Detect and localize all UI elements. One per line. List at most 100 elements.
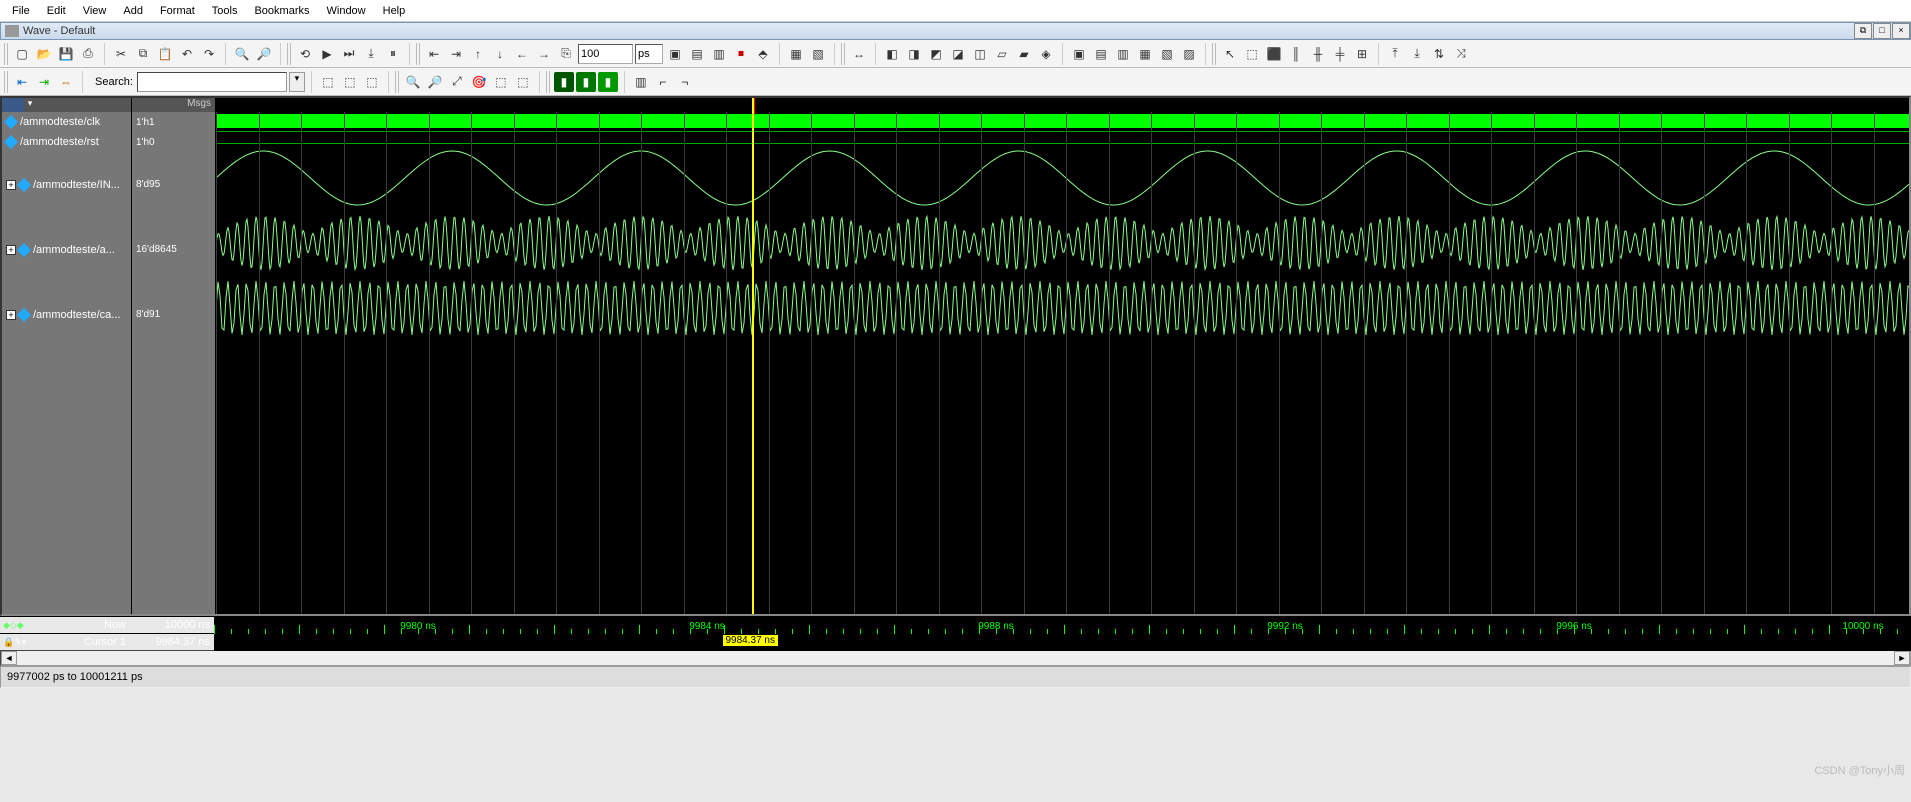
redo-button[interactable]: ↷	[199, 44, 219, 64]
layout2-button[interactable]: ▧	[808, 44, 828, 64]
signal-row-clk[interactable]: /ammodteste/clk	[2, 112, 131, 132]
search-next-button[interactable]: ⬚	[340, 72, 360, 92]
print-button[interactable]: ⎙	[78, 44, 98, 64]
run-all-button[interactable]: ⏭	[339, 44, 359, 64]
tb-g[interactable]: ▰	[1014, 44, 1034, 64]
scroll-right-button[interactable]: ►	[1894, 651, 1910, 665]
scroll-left-button[interactable]: ◄	[1, 651, 17, 665]
tb-j[interactable]: ▤	[1091, 44, 1111, 64]
find2-button[interactable]: 🔎	[254, 44, 274, 64]
edge-dn-button[interactable]: ⤓	[1407, 44, 1427, 64]
fmt-d[interactable]: ▥	[631, 72, 651, 92]
pointer-button[interactable]: ↖	[1220, 44, 1240, 64]
menu-window[interactable]: Window	[319, 2, 374, 20]
tb-h[interactable]: ◈	[1036, 44, 1056, 64]
tb-l[interactable]: ▦	[1135, 44, 1155, 64]
tb-k[interactable]: ▥	[1113, 44, 1133, 64]
edge-both-button[interactable]: ⇅	[1429, 44, 1449, 64]
tb-f[interactable]: ▱	[992, 44, 1012, 64]
cut-button[interactable]: ✂	[111, 44, 131, 64]
menu-file[interactable]: File	[4, 2, 38, 20]
layout1-button[interactable]: ▦	[786, 44, 806, 64]
toolbar-grip[interactable]	[4, 43, 10, 65]
cursor-readout-box[interactable]: 9984.37 ns	[722, 634, 780, 647]
zoom-out-button[interactable]: 🔎	[425, 72, 445, 92]
right-button[interactable]: →	[534, 44, 554, 64]
search-dropdown-button[interactable]: ▾	[289, 72, 305, 92]
expand3-button[interactable]: ⇔	[56, 72, 76, 92]
expand-icon[interactable]: +	[6, 310, 16, 320]
toolbar-grip-2[interactable]	[287, 43, 293, 65]
menu-edit[interactable]: Edit	[39, 2, 74, 20]
tb-t[interactable]: ⊞	[1352, 44, 1372, 64]
signal-row-rst[interactable]: /ammodteste/rst	[2, 132, 131, 152]
menu-bookmarks[interactable]: Bookmarks	[246, 2, 317, 20]
cursor-icons[interactable]: 🔒✎▾	[3, 637, 26, 648]
zoom-last-button[interactable]: ⬚	[513, 72, 533, 92]
save-button[interactable]: 💾	[56, 44, 76, 64]
expand1-button[interactable]: ⇤	[12, 72, 32, 92]
signal-config-dropdown[interactable]: ▾	[24, 98, 36, 112]
toolbar-grip-4[interactable]	[841, 43, 847, 65]
signal-name-column[interactable]: ▾ /ammodteste/clk /ammodteste/rst + /amm…	[2, 98, 132, 614]
tb-d[interactable]: ◪	[948, 44, 968, 64]
fmt-a[interactable]: ▮	[554, 72, 574, 92]
left-button[interactable]: ←	[512, 44, 532, 64]
run-length-button[interactable]: ▣	[665, 44, 685, 64]
tb-n[interactable]: ▨	[1179, 44, 1199, 64]
waveform-canvas[interactable]	[216, 98, 1909, 614]
window-float-button[interactable]: ⧉	[1854, 23, 1872, 39]
tb-i[interactable]: ▣	[1069, 44, 1089, 64]
cursor-next-button[interactable]: ⇥	[446, 44, 466, 64]
scroll-track[interactable]	[17, 651, 1894, 665]
tb-e[interactable]: ◫	[970, 44, 990, 64]
toolbar-grip-6[interactable]	[4, 71, 10, 93]
find-button[interactable]: 🔍	[232, 44, 252, 64]
expand-icon[interactable]: +	[6, 180, 16, 190]
goto-button[interactable]: ⎘	[556, 44, 576, 64]
zoom-cursor-button[interactable]: 🎯	[469, 72, 489, 92]
fmt-b[interactable]: ▮	[576, 72, 596, 92]
runy-button[interactable]: ▥	[709, 44, 729, 64]
timescale-ruler[interactable]: 9980 ns9984 ns9988 ns9992 ns9996 ns10000…	[214, 617, 1911, 634]
tb-c[interactable]: ◩	[926, 44, 946, 64]
open-button[interactable]: 📂	[34, 44, 54, 64]
fmt-e[interactable]: ⌐	[653, 72, 673, 92]
stop-button[interactable]: ⏹	[731, 44, 751, 64]
down-button[interactable]: ↓	[490, 44, 510, 64]
tb-s[interactable]: ╪	[1330, 44, 1350, 64]
cursor-ruler[interactable]: 9984.37 ns	[214, 634, 1911, 651]
tb-o[interactable]: ⬚	[1242, 44, 1262, 64]
break-button[interactable]: ⏸	[383, 44, 403, 64]
signal-config-icon[interactable]	[2, 98, 24, 112]
run-unit-input[interactable]	[635, 44, 663, 64]
toolbar-grip-3[interactable]	[416, 43, 422, 65]
tb-p[interactable]: ⬛	[1264, 44, 1284, 64]
edge-x-button[interactable]: ⤨	[1451, 44, 1471, 64]
new-button[interactable]: ▢	[12, 44, 32, 64]
zoom-in-button[interactable]: 🔍	[403, 72, 423, 92]
expand2-button[interactable]: ⇥	[34, 72, 54, 92]
zoom-range-button[interactable]: ⬚	[491, 72, 511, 92]
toolbar-grip-5[interactable]	[1212, 43, 1218, 65]
signal-row-a[interactable]: + /ammodteste/a...	[2, 217, 131, 282]
fmt-f[interactable]: ¬	[675, 72, 695, 92]
run-length-input[interactable]	[578, 44, 633, 64]
toolbar-grip-7[interactable]	[395, 71, 401, 93]
now-icons[interactable]: ◆◇◆	[3, 620, 24, 631]
edge-up-button[interactable]: ⤒	[1385, 44, 1405, 64]
menu-help[interactable]: Help	[375, 2, 414, 20]
wave-zoom-button[interactable]: ↔	[849, 44, 869, 64]
fmt-c[interactable]: ▮	[598, 72, 618, 92]
signal-value-column[interactable]: Msgs 1'h1 1'h0 8'd95 16'd8645 8'd91	[132, 98, 216, 614]
window-maximize-button[interactable]: □	[1873, 23, 1891, 39]
search-opts-button[interactable]: ⬚	[362, 72, 382, 92]
tb-a[interactable]: ◧	[882, 44, 902, 64]
zoom-full-button[interactable]: ⤢	[447, 72, 467, 92]
cursor-marker[interactable]	[752, 98, 754, 614]
search-input[interactable]	[137, 72, 287, 92]
menu-view[interactable]: View	[75, 2, 115, 20]
horizontal-scrollbar[interactable]: ◄ ►	[0, 650, 1911, 666]
tb-r[interactable]: ╫	[1308, 44, 1328, 64]
step-button[interactable]: ⤓	[361, 44, 381, 64]
